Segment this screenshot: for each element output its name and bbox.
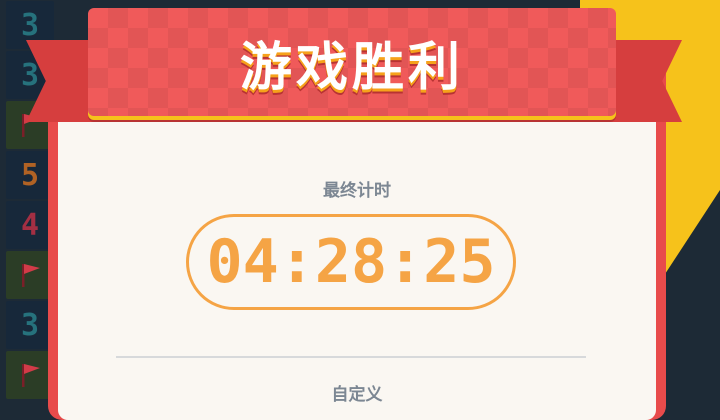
victory-ribbon: 游戏胜利 bbox=[88, 8, 616, 116]
board-cell-number[interactable]: 4 bbox=[6, 201, 54, 249]
game-mode-label: 自定义 bbox=[331, 385, 383, 405]
flag-icon bbox=[22, 364, 40, 387]
final-time-label: 最终计时 bbox=[323, 181, 391, 201]
board-cell-number[interactable]: 5 bbox=[6, 151, 54, 199]
final-time-value: 04:28:25 bbox=[206, 227, 496, 297]
board-cell-flag[interactable] bbox=[6, 251, 54, 299]
board-cell-number[interactable]: 3 bbox=[6, 301, 54, 349]
victory-title: 游戏胜利 bbox=[239, 37, 464, 98]
final-time-display: 04:28:25 bbox=[186, 214, 516, 310]
board-cell-flag[interactable] bbox=[6, 351, 54, 399]
divider bbox=[116, 356, 586, 358]
flag-icon bbox=[22, 264, 40, 287]
